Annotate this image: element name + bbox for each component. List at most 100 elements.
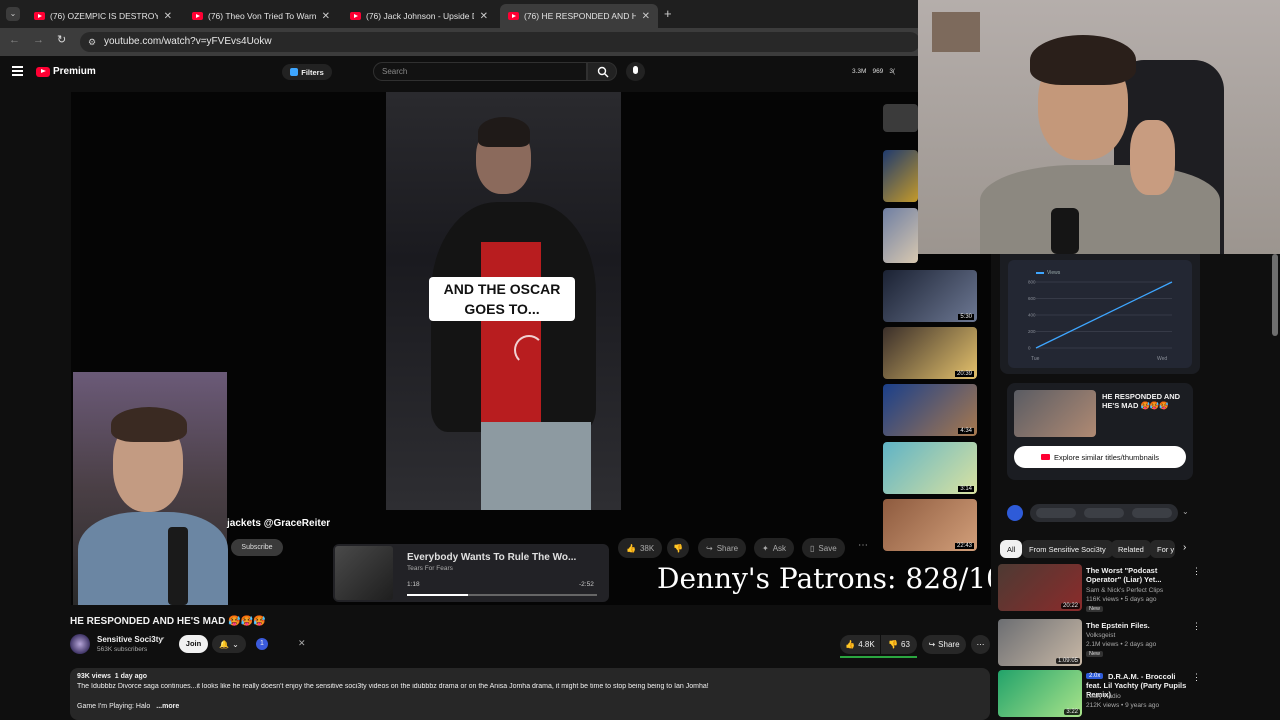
filters-button[interactable]: Filters [282,64,332,80]
channel-name[interactable]: Sensitive Soci3ty [97,635,163,644]
show-more-link[interactable]: ...more [156,703,179,710]
sparkle-icon: ✦ [762,543,769,553]
music-progress-fill [407,594,468,596]
legend-swatch [1036,272,1044,274]
streamer-body [78,512,228,605]
album-art [335,546,393,600]
music-artist: Tears For Fears [407,565,453,572]
video-title: HE RESPONDED AND HE'S MAD 🥵🥵🥵 [70,616,266,627]
new-tab-button[interactable]: + [664,6,672,21]
side-short-thumb[interactable]: 5:30 [883,270,977,322]
chart-x-start: Tue [1031,356,1040,362]
more-vert-icon[interactable]: ⋮ [1192,566,1201,577]
more-vert-icon[interactable]: ⋮ [1192,672,1201,683]
browser-tab[interactable]: (76) Jack Johnson - Upside Down ✕ [342,4,496,28]
facecam-overlay [918,0,1280,254]
dislike-chip[interactable]: 👎 [667,538,689,558]
chip-all[interactable]: All [1000,540,1023,558]
address-bar[interactable]: ⚙ youtube.com/watch?v=yFVEvs4Uokw [80,32,920,52]
music-card[interactable]: Everybody Wants To Rule The Wo... Tears … [333,544,609,602]
chip-related[interactable]: Related [1111,540,1151,558]
extension-pill[interactable] [1030,504,1178,522]
chevron-right-icon[interactable]: › [1183,542,1186,553]
ask-chip[interactable]: ✦ Ask [754,538,795,558]
rec-channel: Volksgeist [1086,632,1116,639]
menu-icon[interactable] [12,66,23,76]
close-icon[interactable]: ✕ [298,638,306,649]
close-icon[interactable]: ✕ [642,11,650,22]
rec-channel: Leafy Radio [1086,693,1121,700]
rec-thumbnail: 20:22 [998,564,1082,611]
youtube-logo[interactable]: Premium [36,66,96,77]
subscribe-overlay-button[interactable]: Subscribe [231,539,283,556]
streamer-hair [111,407,187,442]
side-short-thumb[interactable]: 4:34 [883,384,977,436]
description-box[interactable]: 93K views 1 day ago The Idubbbz Divorce … [70,668,990,720]
video-player[interactable]: AND THE OSCAR GOES TO... jackets @GraceR… [71,92,991,605]
notification-bell-button[interactable]: 🔔 ⌄ [212,635,246,653]
chevron-down-icon[interactable]: ⌄ [1182,507,1189,516]
side-short-thumb[interactable]: 22:43 [883,499,977,551]
youtube-favicon-icon [350,12,361,20]
more-options-icon[interactable]: ⋯ [858,540,868,551]
thumbs-up-icon: 👍 [626,543,636,553]
views-line-chart: 800 600 400 200 0 [1028,280,1173,351]
join-button[interactable]: Join [179,635,208,653]
tab-search-button[interactable]: ⌄ [6,7,20,21]
browser-tab[interactable]: (76) Theo Von Tried To Warn You ✕ [184,4,338,28]
suggestion-card: HE RESPONDED AND HE'S MAD 🥵🥵🥵 Explore si… [1007,383,1193,480]
side-short-thumb[interactable] [883,150,918,202]
extension-logo-icon[interactable] [1007,505,1023,521]
search-input[interactable]: Search [373,62,587,81]
stat-extra: 3( [889,68,896,75]
streamer2-body [980,165,1220,254]
side-short-thumb[interactable]: 20:39 [883,327,977,379]
chevron-down-icon: ⌄ [232,639,239,649]
like-chip[interactable]: 👍 38K [618,538,663,558]
page-scrollbar[interactable] [1272,254,1278,336]
extension-chip[interactable] [1084,508,1124,518]
close-icon[interactable]: ✕ [164,11,172,22]
browser-tab[interactable]: (76) OZEMPIC IS DESTROYING YOU ✕ [26,4,180,28]
browser-tab-active[interactable]: (76) HE RESPONDED AND HE'S MAD ✕ [500,4,658,28]
chip-for-you[interactable]: For y [1150,540,1175,558]
save-chip[interactable]: ▯ Save [802,538,845,558]
dislike-button[interactable]: 👎 63 [881,635,917,654]
video-frame: AND THE OSCAR GOES TO... [386,92,621,510]
channel-avatar[interactable] [70,634,90,654]
side-short-thumb[interactable] [883,104,918,132]
recommendation-item[interactable]: 3:22 2.0x D.R.A.M. - Broccoli feat. Lil … [998,670,1202,720]
thumb-duration: 3:14 [958,486,974,492]
thumb-duration: 1:09:05 [1055,658,1080,664]
share-chip[interactable]: ↪ Share [698,538,747,558]
close-icon[interactable]: ✕ [322,11,330,22]
recommendation-item[interactable]: 1:09:05 The Epstein Files. Volksgeist 2.… [998,619,1202,669]
more-actions-button[interactable]: ⋯ [971,635,990,654]
thumb-duration: 22:43 [954,543,974,549]
share-icon: ↪ [706,543,713,553]
side-short-thumb[interactable] [883,208,918,263]
search-button[interactable] [587,62,617,81]
close-icon[interactable]: ✕ [480,11,488,22]
voice-search-button[interactable] [626,62,645,81]
youtube-favicon-icon [508,12,519,20]
extension-chip[interactable] [1036,508,1076,518]
reload-icon[interactable]: ↻ [57,33,66,46]
thumbs-down-icon: 👎 [888,640,899,649]
site-info-icon[interactable]: ⚙ [88,32,96,52]
forward-arrow-icon[interactable]: → [33,34,44,46]
like-button[interactable]: 👍 4.8K [840,635,880,654]
share-button[interactable]: ↪ Share [922,635,966,654]
chip-from-channel[interactable]: From Sensitive Soci3ty [1022,540,1113,558]
suggestion-thumbnail[interactable] [1014,390,1096,437]
extension-badge-icon[interactable]: 1 [256,638,268,650]
more-vert-icon[interactable]: ⋮ [1192,621,1201,632]
thumb-duration: 5:30 [958,314,974,320]
chart-tick-label: 600 [1028,296,1036,301]
side-short-thumb[interactable]: 3:14 [883,442,977,494]
back-arrow-icon[interactable]: ← [9,34,20,46]
extension-chip[interactable] [1132,508,1172,518]
recommendation-item[interactable]: 20:22 The Worst "Podcast Operator" (Liar… [998,564,1202,614]
youtube-favicon-icon [34,12,45,20]
explore-button[interactable]: Explore similar titles/thumbnails [1014,446,1186,468]
